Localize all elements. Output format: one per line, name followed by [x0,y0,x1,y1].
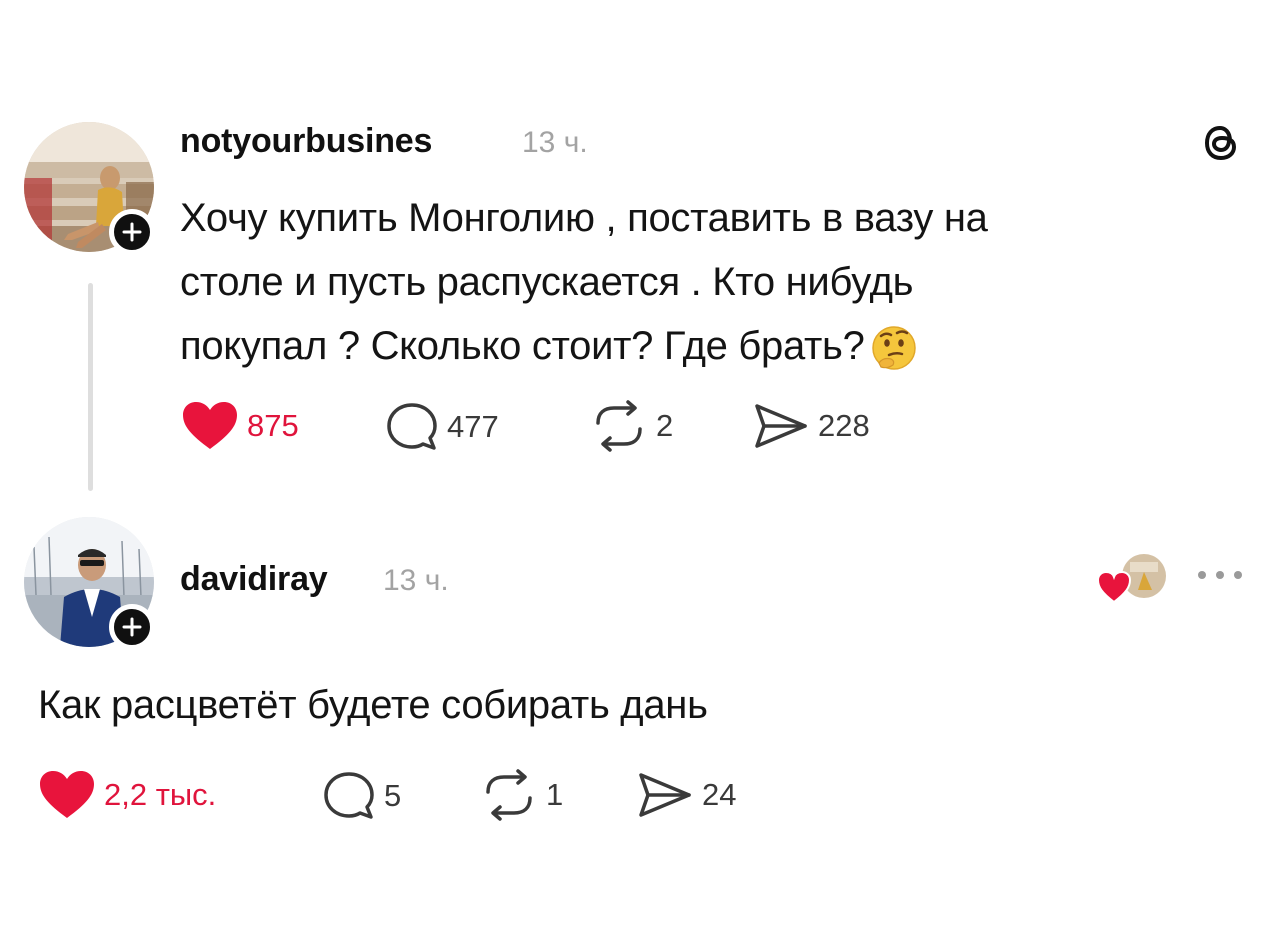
thread-connector-line [88,283,93,491]
post-author-username[interactable]: notyourbusines [180,122,432,161]
threads-logo-icon [1204,125,1237,161]
post-repost-button[interactable]: 2 [590,399,673,453]
plus-icon [122,222,142,242]
speech-bubble-icon [387,403,437,450]
liked-by-author-indicator [1096,550,1168,606]
speech-bubble-icon [324,772,374,819]
post-text-line-2: столе и пусть распускается . Кто нибудь [180,260,914,304]
reply-repost-button[interactable]: 1 [480,768,563,822]
heart-icon [183,402,237,449]
reply-repost-count: 1 [546,777,564,812]
post-comment-button[interactable]: 477 [385,401,499,453]
reply-body: Как расцветёт будете собирать дань [38,683,708,727]
paper-plane-icon [755,404,807,448]
reply-comment-button[interactable]: 5 [322,770,401,822]
post-repost-count: 2 [656,408,674,443]
reply-author-username[interactable]: davidiray [180,560,328,599]
post-text-line-1: Хочу купить Монголию , поставить в вазу … [180,196,988,240]
post-share-count: 228 [818,408,870,443]
post-like-button[interactable]: 875 [181,401,299,451]
reply-like-button[interactable]: 2,2 тыс. [38,770,216,820]
reply-timestamp: 13 ч. [383,564,449,597]
post-text-line-3-text: покупал ? Сколько стоит? Где брать? [180,324,865,368]
post-timestamp: 13 ч. [522,126,588,159]
reply-share-button[interactable]: 24 [636,770,736,820]
reply-share-count: 24 [702,777,737,812]
plus-icon [122,617,142,637]
threads-post-screen: notyourbusines 13 ч. Хочу купить Монголи… [0,0,1280,937]
repost-icon [596,400,642,452]
post-comment-count: 477 [447,409,499,444]
heart-icon [40,771,94,818]
thinking-face-icon [871,326,916,371]
follow-button[interactable] [109,209,155,255]
post-share-button[interactable]: 228 [752,401,870,451]
post-body: Хочу купить Монголию , поставить в вазу … [180,186,1140,378]
post-like-count: 875 [247,408,299,443]
post-text-line-3: покупал ? Сколько стоит? Где брать? [180,314,1140,378]
reply-comment-count: 5 [384,778,402,813]
repost-icon [486,769,532,821]
reply-follow-button[interactable] [109,604,155,650]
reply-like-count: 2,2 тыс. [104,777,217,812]
paper-plane-icon [639,773,691,817]
ellipsis-icon[interactable] [1195,563,1245,587]
